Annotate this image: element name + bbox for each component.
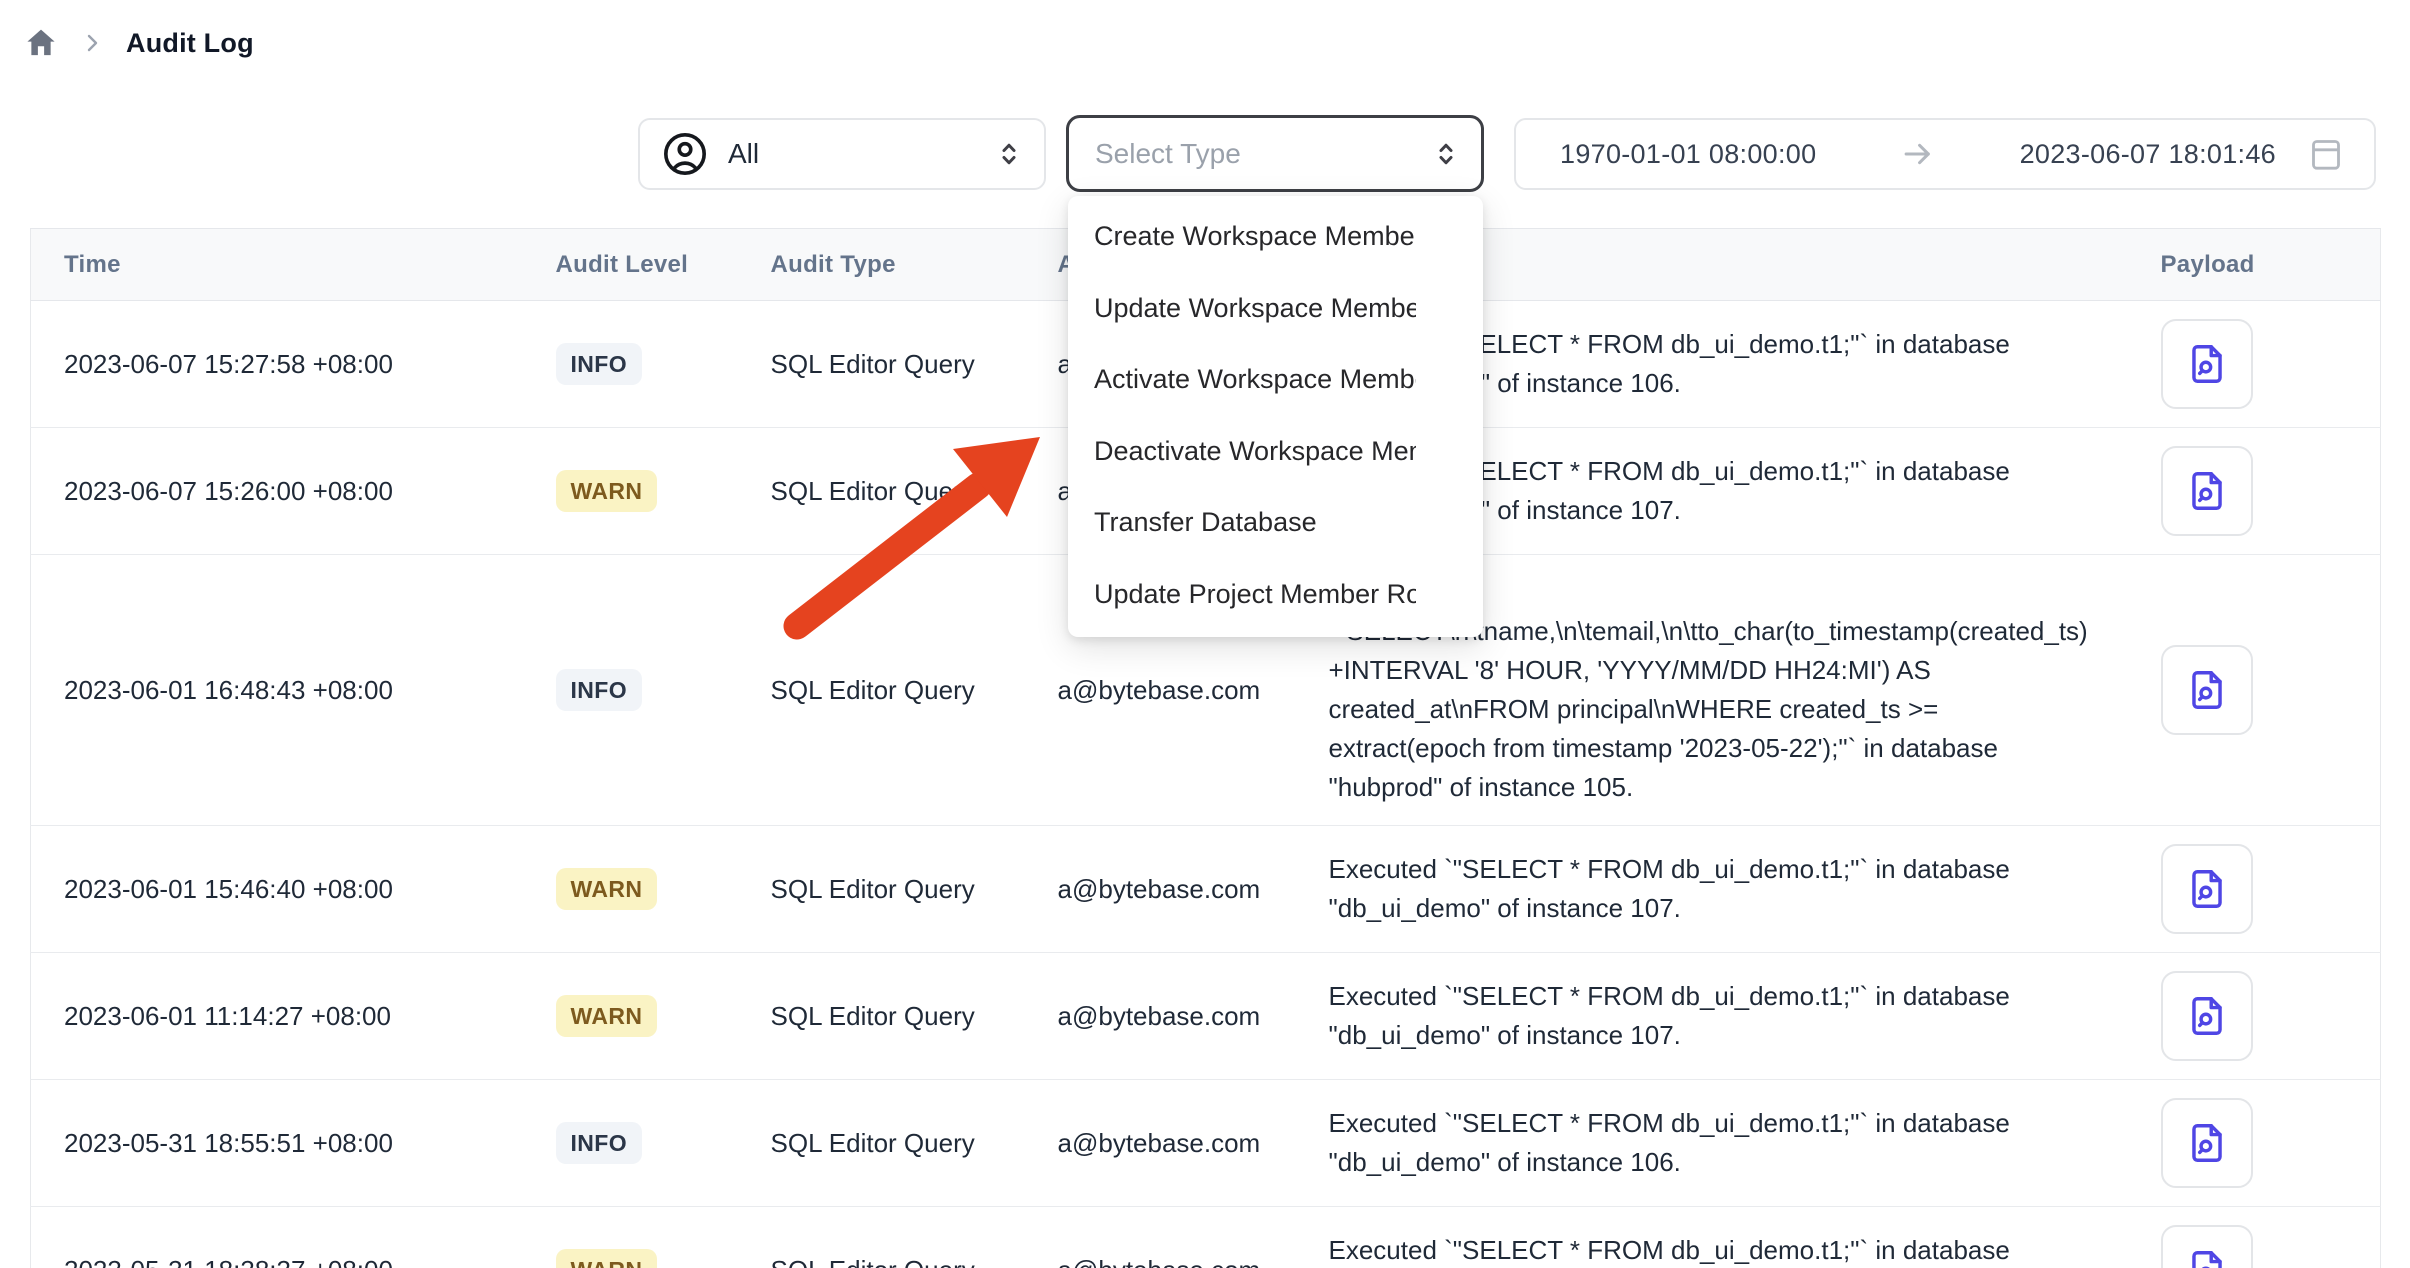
chevron-up-down-icon	[994, 137, 1024, 171]
cell-time: 2023-05-31 18:55:51 +08:00	[31, 1080, 553, 1207]
view-payload-button[interactable]	[2161, 971, 2253, 1061]
chevron-up-down-icon	[1431, 137, 1461, 171]
cell-comment: Executed `"SELECT * FROM db_ui_demo.t1;"…	[1329, 826, 2101, 953]
view-payload-button[interactable]	[2161, 844, 2253, 934]
dropdown-option-label: Update Project Member Role	[1094, 579, 1416, 610]
arrow-right-icon	[1899, 135, 1937, 173]
cell-audit-type: SQL Editor Query	[771, 428, 1058, 555]
audit-level-badge: INFO	[556, 343, 643, 385]
view-payload-button[interactable]	[2161, 645, 2253, 735]
table-row: 2023-06-01 15:46:40 +08:00WARN SQL Editor…	[31, 826, 2381, 953]
cell-payload	[2101, 826, 2381, 953]
cell-audit-level: INFO	[553, 301, 771, 428]
cell-audit-level: WARN	[553, 826, 771, 953]
col-header-payload: Payload	[2101, 229, 2381, 301]
dropdown-option[interactable]: Transfer Database	[1068, 487, 1483, 559]
dropdown-option[interactable]: Deactivate Workspace Member	[1068, 416, 1483, 488]
table-row: 2023-05-31 18:38:37 +08:00WARN SQL Editor…	[31, 1207, 2381, 1268]
payload-file-search-icon	[2184, 667, 2230, 713]
cell-audit-level: WARN	[553, 1207, 771, 1268]
cell-audit-level: WARN	[553, 428, 771, 555]
audit-log-page: Audit Log All Select Type 1970-01-01 08:…	[0, 0, 2410, 1268]
col-header-audit-type: Audit Type	[771, 229, 1058, 301]
calendar-icon	[2306, 134, 2346, 174]
audit-level-badge: WARN	[556, 995, 658, 1037]
dropdown-option[interactable]: Update Project Member Role	[1068, 559, 1483, 631]
dropdown-option-label: Activate Workspace Member	[1094, 364, 1416, 395]
cell-payload	[2101, 953, 2381, 1080]
payload-file-search-icon	[2184, 341, 2230, 387]
breadcrumb: Audit Log	[24, 26, 254, 60]
date-range-start[interactable]: 1970-01-01 08:00:00	[1560, 139, 1816, 170]
cell-audit-level: WARN	[553, 953, 771, 1080]
dropdown-option-label: Deactivate Workspace Member	[1094, 436, 1416, 467]
audit-type-dropdown-menu: Create Workspace Member Update Workspace …	[1068, 196, 1483, 637]
cell-payload	[2101, 1080, 2381, 1207]
cell-payload	[2101, 428, 2381, 555]
cell-audit-type: SQL Editor Query	[771, 555, 1058, 826]
payload-file-search-icon	[2184, 468, 2230, 514]
cell-actor: a@bytebase.com	[1058, 826, 1329, 953]
cell-payload	[2101, 555, 2381, 826]
cell-audit-level: INFO	[553, 555, 771, 826]
cell-time: 2023-06-01 11:14:27 +08:00	[31, 953, 553, 1080]
actor-filter-select[interactable]: All	[638, 118, 1046, 190]
date-range-picker[interactable]: 1970-01-01 08:00:00 2023-06-07 18:01:46	[1514, 118, 2376, 190]
cell-audit-type: SQL Editor Query	[771, 1207, 1058, 1268]
payload-file-search-icon	[2184, 993, 2230, 1039]
cell-comment: Executed `"SELECT * FROM db_ui_demo.t1;"…	[1329, 953, 2101, 1080]
audit-type-filter-select[interactable]: Select Type	[1066, 115, 1484, 192]
cell-time: 2023-06-01 16:48:43 +08:00	[31, 555, 553, 826]
dropdown-option-label: Create Workspace Member	[1094, 221, 1416, 252]
date-range-end[interactable]: 2023-06-07 18:01:46	[2020, 139, 2276, 170]
cell-audit-type: SQL Editor Query	[771, 1080, 1058, 1207]
cell-audit-level: INFO	[553, 1080, 771, 1207]
cell-time: 2023-06-07 15:26:00 +08:00	[31, 428, 553, 555]
type-select-placeholder: Select Type	[1095, 138, 1431, 170]
view-payload-button[interactable]	[2161, 319, 2253, 409]
cell-time: 2023-06-01 15:46:40 +08:00	[31, 826, 553, 953]
cell-payload	[2101, 1207, 2381, 1268]
breadcrumb-chevron-icon	[80, 31, 104, 55]
cell-audit-type: SQL Editor Query	[771, 826, 1058, 953]
table-row: 2023-06-01 11:14:27 +08:00WARN SQL Editor…	[31, 953, 2381, 1080]
audit-level-badge: WARN	[556, 868, 658, 910]
cell-payload	[2101, 301, 2381, 428]
page-title: Audit Log	[126, 28, 254, 59]
audit-level-badge: INFO	[556, 1122, 643, 1164]
cell-actor: a@bytebase.com	[1058, 953, 1329, 1080]
cell-audit-type: SQL Editor Query	[771, 301, 1058, 428]
payload-file-search-icon	[2184, 866, 2230, 912]
cell-actor: a@bytebase.com	[1058, 1207, 1329, 1268]
dropdown-option-label: Update Workspace Member	[1094, 293, 1416, 324]
dropdown-option[interactable]: Create Workspace Member	[1068, 201, 1483, 273]
audit-level-badge: WARN	[556, 1249, 658, 1268]
view-payload-button[interactable]	[2161, 1225, 2253, 1268]
user-circle-icon	[662, 131, 708, 177]
col-header-time: Time	[31, 229, 553, 301]
cell-time: 2023-06-07 15:27:58 +08:00	[31, 301, 553, 428]
audit-level-badge: INFO	[556, 669, 643, 711]
cell-actor: a@bytebase.com	[1058, 1080, 1329, 1207]
audit-level-badge: WARN	[556, 470, 658, 512]
cell-audit-type: SQL Editor Query	[771, 953, 1058, 1080]
view-payload-button[interactable]	[2161, 446, 2253, 536]
dropdown-option[interactable]: Update Workspace Member	[1068, 273, 1483, 345]
col-header-audit-level: Audit Level	[553, 229, 771, 301]
cell-comment: Executed `"SELECT * FROM db_ui_demo.t1;"…	[1329, 1080, 2101, 1207]
actor-filter-value: All	[728, 138, 974, 170]
home-icon[interactable]	[24, 26, 58, 60]
dropdown-option-label: Transfer Database	[1094, 507, 1416, 538]
payload-file-search-icon	[2184, 1120, 2230, 1166]
view-payload-button[interactable]	[2161, 1098, 2253, 1188]
payload-file-search-icon	[2184, 1247, 2230, 1268]
dropdown-option[interactable]: Activate Workspace Member	[1068, 344, 1483, 416]
cell-time: 2023-05-31 18:38:37 +08:00	[31, 1207, 553, 1268]
cell-comment: Executed `"SELECT * FROM db_ui_demo.t1;"…	[1329, 1207, 2101, 1268]
table-row: 2023-05-31 18:55:51 +08:00INFO SQL Editor…	[31, 1080, 2381, 1207]
